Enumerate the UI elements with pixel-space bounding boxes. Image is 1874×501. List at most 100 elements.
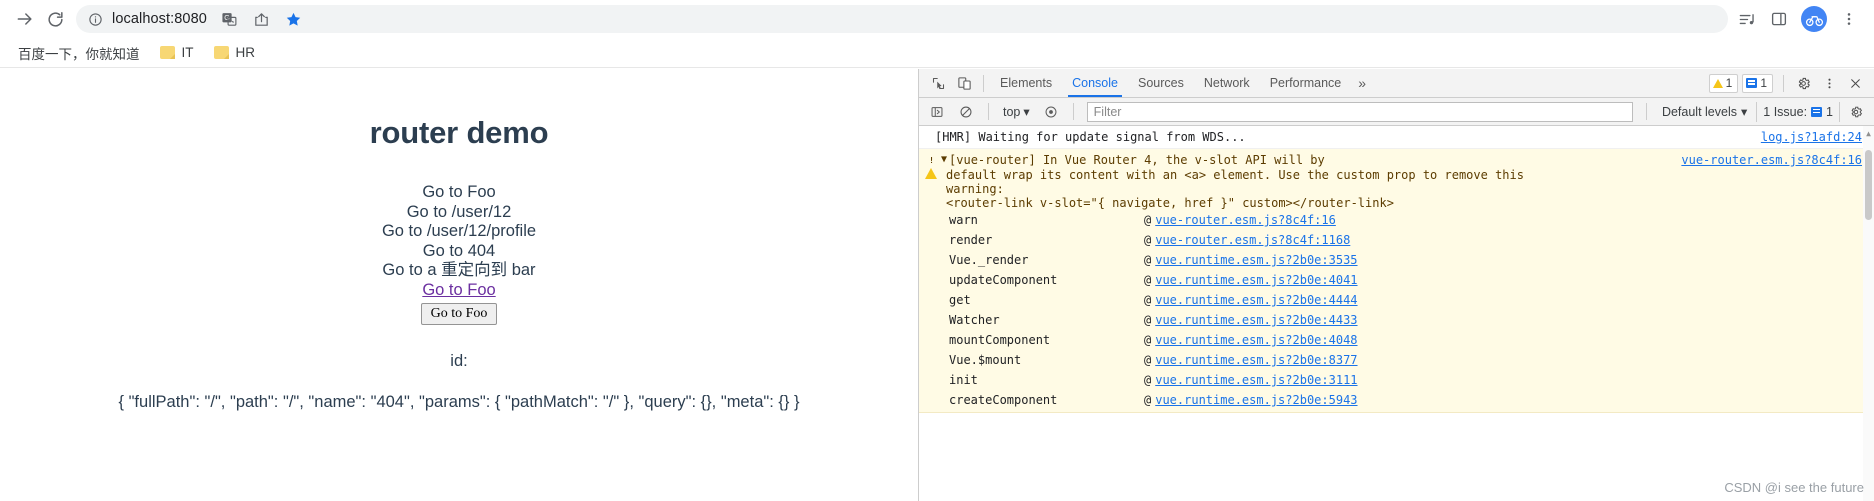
warning-triangle-icon: ! <box>925 154 938 179</box>
issues-button[interactable]: 1 Issue: 1 <box>1756 101 1840 122</box>
expand-toggle-icon[interactable]: ▼ <box>941 152 947 168</box>
stack-source-link[interactable]: vue.runtime.esm.js?2b0e:8377 <box>1155 350 1357 370</box>
address-bar[interactable]: localhost:8080 G <box>76 5 1728 33</box>
console-message-list[interactable]: [HMR] Waiting for update signal from WDS… <box>919 126 1874 501</box>
visited-link-wrapper: Go to Foo <box>0 281 918 301</box>
stack-source-link[interactable]: vue-router.esm.js?8c4f:16 <box>1155 210 1336 230</box>
chevron-down-icon: ▾ <box>1740 105 1748 119</box>
stack-frame: Vue._render @ vue.runtime.esm.js?2b0e:35… <box>925 250 1862 270</box>
stack-at: @ <box>1144 293 1152 307</box>
router-demo-app: router demo Go to Foo Go to /user/12 Go … <box>0 69 918 412</box>
stack-function: mountComponent <box>949 333 1051 347</box>
forward-button[interactable] <box>10 4 40 34</box>
tab-console[interactable]: Console <box>1062 71 1128 97</box>
browser-action-icons <box>1732 4 1864 34</box>
page-title: router demo <box>369 115 549 150</box>
live-expression-icon[interactable] <box>1038 100 1064 124</box>
stack-source-link[interactable]: vue.runtime.esm.js?2b0e:3111 <box>1155 370 1357 390</box>
tab-network[interactable]: Network <box>1194 71 1260 96</box>
nav-link-404[interactable]: Go to 404 <box>0 242 918 262</box>
tab-performance[interactable]: Performance <box>1260 71 1352 96</box>
gear-icon[interactable] <box>1790 71 1816 95</box>
browser-menu-icon[interactable] <box>1834 4 1864 34</box>
url-text: localhost:8080 <box>112 11 207 27</box>
tab-overflow-button[interactable]: » <box>1351 75 1373 91</box>
console-scrollbar[interactable]: ▲ <box>1863 126 1874 501</box>
stack-frame: Watcher @ vue.runtime.esm.js?2b0e:4433 <box>925 310 1862 330</box>
stack-source-link[interactable]: vue.runtime.esm.js?2b0e:5943 <box>1155 390 1357 410</box>
stack-source-link[interactable]: vue.runtime.esm.js?2b0e:4048 <box>1155 330 1357 350</box>
message-badge[interactable]: 1 <box>1742 73 1773 93</box>
reload-icon <box>47 11 63 27</box>
svg-text:G: G <box>225 14 231 22</box>
scrollbar-thumb[interactable] <box>1865 150 1872 220</box>
nav-link-foo[interactable]: Go to Foo <box>0 183 918 203</box>
divider <box>1645 103 1647 120</box>
bookmark-star-icon[interactable] <box>279 4 309 34</box>
clear-console-icon[interactable] <box>953 100 979 124</box>
tab-elements[interactable]: Elements <box>990 71 1062 96</box>
stack-frame: mountComponent @ vue.runtime.esm.js?2b0e… <box>925 330 1862 350</box>
devtools-panel: Elements Console Sources Network Perform… <box>918 69 1874 501</box>
warning-triangle-icon <box>1712 78 1723 88</box>
site-info-icon[interactable] <box>88 12 103 27</box>
stack-function: Watcher <box>949 313 1000 327</box>
go-to-foo-button[interactable]: Go to Foo <box>420 303 498 325</box>
stack-function: init <box>949 373 978 387</box>
device-toolbar-icon[interactable] <box>951 71 977 95</box>
devtools-more-icon[interactable] <box>1816 71 1842 95</box>
profile-avatar[interactable] <box>1801 6 1827 32</box>
translate-glyph: G <box>222 12 237 26</box>
visited-link-foo[interactable]: Go to Foo <box>422 281 495 301</box>
bookmark-label: HR <box>235 45 256 60</box>
translate-icon[interactable]: G <box>215 4 245 34</box>
nav-link-user-12[interactable]: Go to /user/12 <box>0 203 918 223</box>
log-levels-value: Default levels <box>1661 104 1737 119</box>
stack-at: @ <box>1144 333 1152 347</box>
folder-icon <box>159 46 175 59</box>
bookmark-folder-it[interactable]: IT <box>152 42 202 63</box>
stack-source-link[interactable]: vue-router.esm.js?8c4f:1168 <box>1155 230 1350 250</box>
stack-source-link[interactable]: vue.runtime.esm.js?2b0e:4433 <box>1155 310 1357 330</box>
tab-sources[interactable]: Sources <box>1128 71 1194 96</box>
console-filter-input[interactable] <box>1086 101 1633 122</box>
stack-frame: get @ vue.runtime.esm.js?2b0e:4444 <box>925 290 1862 310</box>
stack-function: get <box>949 293 971 307</box>
stack-at: @ <box>1144 313 1152 327</box>
warning-line-3: warning: <box>946 182 1004 196</box>
console-sidebar-icon[interactable] <box>924 100 950 124</box>
stack-function: updateComponent <box>949 273 1058 287</box>
divider <box>988 103 989 120</box>
devtools-tabbar: Elements Console Sources Network Perform… <box>919 69 1874 98</box>
execution-context-select[interactable]: top ▾ <box>998 102 1035 121</box>
scroll-up-arrow-icon[interactable]: ▲ <box>1863 128 1874 140</box>
divider <box>1783 74 1784 92</box>
nav-link-redirect-bar[interactable]: Go to a 重定向到 bar <box>0 261 918 281</box>
message-count: 1 <box>1760 76 1767 90</box>
warning-line-4: <router-link v-slot="{ navigate, href }"… <box>946 196 1394 210</box>
console-message-hmr: [HMR] Waiting for update signal from WDS… <box>919 126 1874 149</box>
inspect-element-icon[interactable] <box>925 71 951 95</box>
stack-frame: updateComponent @ vue.runtime.esm.js?2b0… <box>925 270 1862 290</box>
reload-button[interactable] <box>40 4 70 34</box>
log-levels-select[interactable]: Default levels ▾ <box>1656 104 1753 120</box>
message-source-link[interactable]: log.js?1afd:24 <box>1761 129 1862 145</box>
warning-badge[interactable]: 1 <box>1708 73 1739 93</box>
side-panel-icon[interactable] <box>1764 4 1794 34</box>
console-message-warning: ! ▼ [vue-router] In Vue Router 4, the v-… <box>919 149 1874 413</box>
stack-source-link[interactable]: vue.runtime.esm.js?2b0e:4041 <box>1155 270 1357 290</box>
bookmark-folder-hr[interactable]: HR <box>206 42 264 63</box>
media-playlist-icon[interactable] <box>1732 4 1762 34</box>
console-settings-gear-icon[interactable] <box>1843 100 1869 124</box>
share-icon[interactable] <box>247 4 277 34</box>
warning-source-link[interactable]: vue-router.esm.js?8c4f:16 <box>1681 152 1862 168</box>
bookmark-item-baidu[interactable]: 百度一下，你就知道 <box>10 40 148 66</box>
stack-frame: createComponent @ vue.runtime.esm.js?2b0… <box>925 390 1862 410</box>
divider <box>1072 103 1074 120</box>
stack-frame: render @ vue-router.esm.js?8c4f:1168 <box>925 230 1862 250</box>
nav-link-user-12-profile[interactable]: Go to /user/12/profile <box>0 222 918 242</box>
stack-source-link[interactable]: vue.runtime.esm.js?2b0e:3535 <box>1155 250 1357 270</box>
close-icon[interactable] <box>1842 71 1868 95</box>
message-icon <box>1746 78 1758 88</box>
stack-source-link[interactable]: vue.runtime.esm.js?2b0e:4444 <box>1155 290 1357 310</box>
